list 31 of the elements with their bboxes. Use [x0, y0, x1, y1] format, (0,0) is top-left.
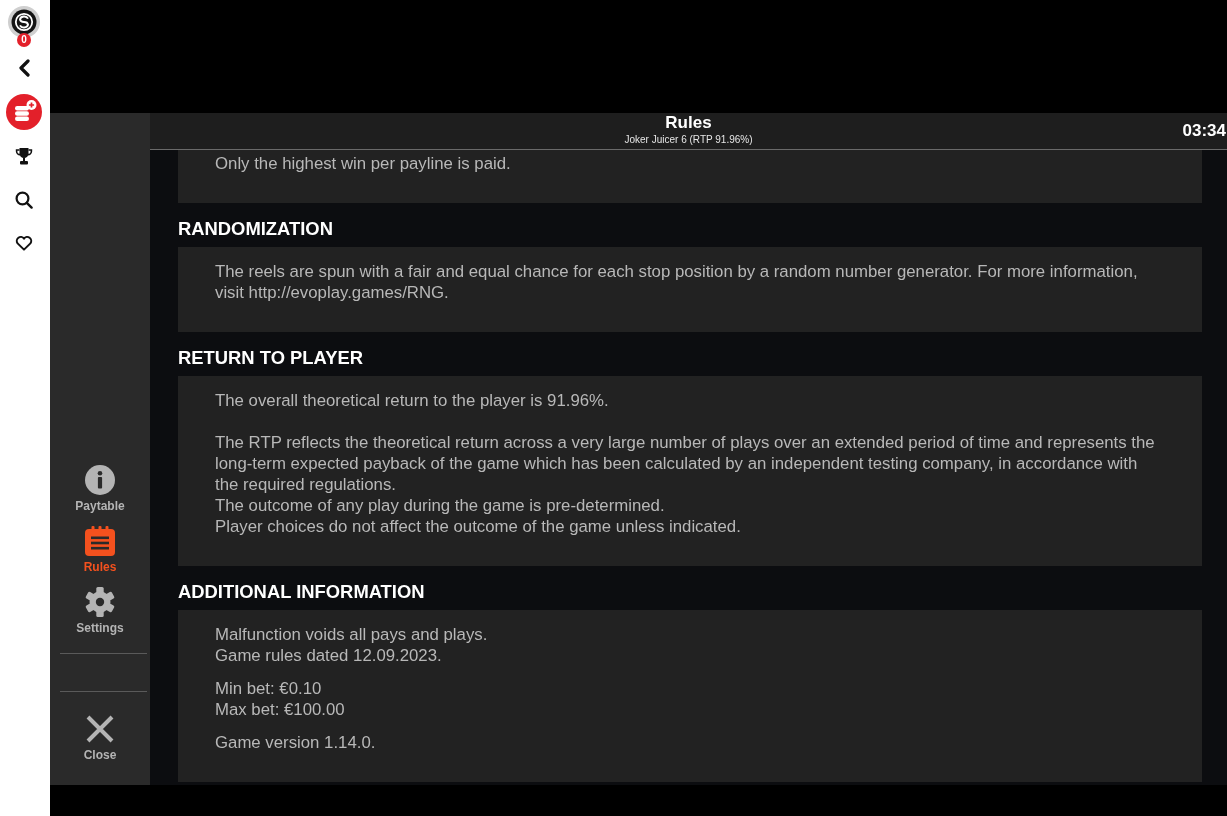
info-icon: [85, 465, 115, 495]
coins-icon[interactable]: [6, 94, 42, 130]
rule-text: The overall theoretical return to the player is 91.96%.: [215, 390, 610, 411]
notepad-icon: [85, 526, 115, 556]
menu-tab[interactable]: Rules: [60, 526, 140, 574]
clock-time: 03:34: [1182, 121, 1227, 141]
close-button[interactable]: Close: [60, 714, 140, 762]
rule-text: Player choices do not affect the outcome of the game unless indicated.: [215, 516, 742, 537]
rule-text: Malfunction voids all pays and plays.: [215, 624, 489, 645]
rule-text: The RTP reflects the theoretical return across a very large number of plays over an extended period of time and represents the long-term expected payback of the game which has been calculated by an independent testing company, in accordance with the required regulations.: [215, 432, 1156, 495]
section-heading: RETURN TO PLAYER: [178, 347, 364, 369]
trophy-icon[interactable]: [15, 147, 33, 165]
menu-tab[interactable]: Paytable: [60, 465, 140, 513]
section-heading: RANDOMIZATION: [178, 218, 334, 240]
rule-text: Only the highest win per payline is paid.: [215, 153, 512, 174]
game-subtitle: Joker Juicer 6 (RTP 91.96%): [624, 134, 753, 146]
rule-text: Min bet: €0.10: [215, 678, 323, 699]
rule-text: Game rules dated 12.09.2023.: [215, 645, 443, 666]
gear-icon: [85, 587, 115, 617]
section-heading: ADDITIONAL INFORMATION: [178, 581, 426, 603]
close-icon: [85, 714, 115, 744]
rule-text: Max bet: €100.00: [215, 699, 346, 720]
heart-icon[interactable]: [15, 235, 33, 251]
rule-text: The outcome of any play during the game is pre-determined.: [215, 495, 666, 516]
page-title: Rules: [665, 114, 712, 132]
rule-text: Game version 1.14.0.: [215, 732, 377, 753]
search-icon[interactable]: [15, 191, 33, 209]
rule-text: The reels are spun with a fair and equal chance for each stop position by a random number generator. For more information, visit http://evoplay.games/RNG.: [215, 261, 1139, 303]
menu-tab[interactable]: Settings: [60, 587, 140, 635]
back-icon[interactable]: [18, 59, 30, 77]
notification-badge: 0: [17, 33, 31, 47]
